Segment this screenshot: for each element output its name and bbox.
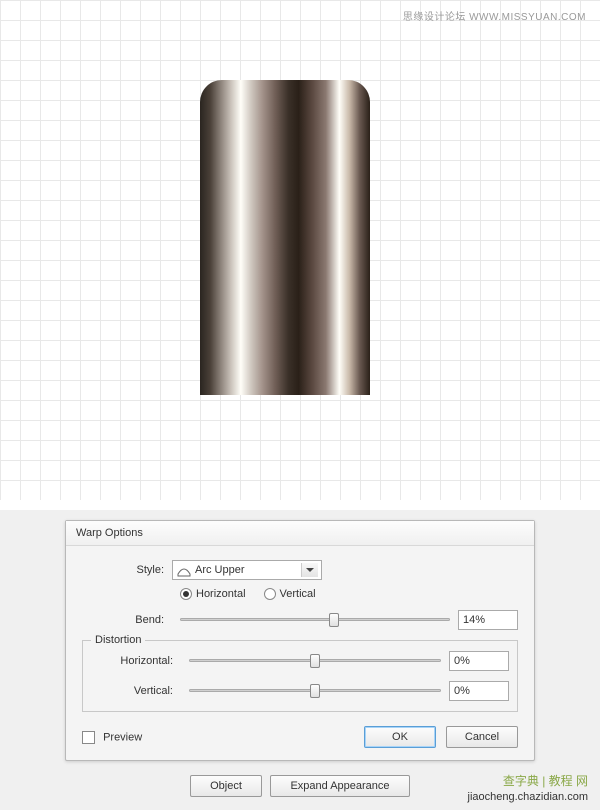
style-value: Arc Upper	[195, 564, 245, 576]
arc-upper-icon	[177, 563, 191, 577]
radio-vertical-label: Vertical	[280, 588, 316, 600]
watermark-bottom: 查字典 | 教程 网 jiaocheng.chazidian.com	[468, 774, 588, 804]
expand-appearance-button[interactable]: Expand Appearance	[270, 775, 410, 797]
h-distortion-slider[interactable]	[189, 651, 441, 671]
chevron-down-icon	[306, 568, 314, 572]
radio-icon	[264, 588, 276, 600]
watermark-top: 思缘设计论坛 WWW.MISSYUAN.COM	[403, 8, 586, 23]
v-distortion-label: Vertical:	[91, 685, 181, 697]
preview-checkbox[interactable]: Preview	[82, 731, 142, 744]
slider-thumb[interactable]	[310, 684, 320, 698]
bend-slider[interactable]	[180, 610, 450, 630]
watermark-bottom-main: 查字典 | 教程 网	[468, 774, 588, 790]
style-dropdown[interactable]: Arc Upper	[172, 560, 322, 580]
v-distortion-slider[interactable]	[189, 681, 441, 701]
v-distortion-input[interactable]: 0%	[449, 681, 509, 701]
object-button[interactable]: Object	[190, 775, 262, 797]
radio-horizontal-label: Horizontal	[196, 588, 246, 600]
h-distortion-input[interactable]: 0%	[449, 651, 509, 671]
cancel-button[interactable]: Cancel	[446, 726, 518, 748]
distortion-fieldset: Distortion Horizontal: 0% Vertical:	[82, 640, 518, 712]
artboard-canvas[interactable]: 思缘设计论坛 WWW.MISSYUAN.COM	[0, 0, 600, 500]
slider-thumb[interactable]	[329, 613, 339, 627]
distortion-label: Distortion	[91, 634, 145, 646]
cylinder-shape[interactable]	[200, 80, 370, 395]
dialog-area: Warp Options Style: Arc Upper Horizontal	[0, 510, 600, 810]
warp-options-dialog: Warp Options Style: Arc Upper Horizontal	[65, 520, 535, 761]
watermark-bottom-sub: jiaocheng.chazidian.com	[468, 790, 588, 804]
dialog-title: Warp Options	[66, 521, 534, 546]
preview-label: Preview	[103, 731, 142, 743]
bend-input[interactable]: 14%	[458, 610, 518, 630]
radio-horizontal[interactable]: Horizontal	[180, 588, 246, 600]
radio-icon	[180, 588, 192, 600]
slider-thumb[interactable]	[310, 654, 320, 668]
bend-label: Bend:	[82, 614, 172, 626]
checkbox-icon	[82, 731, 95, 744]
h-distortion-label: Horizontal:	[91, 655, 181, 667]
radio-vertical[interactable]: Vertical	[264, 588, 316, 600]
style-label: Style:	[82, 564, 172, 576]
ok-button[interactable]: OK	[364, 726, 436, 748]
